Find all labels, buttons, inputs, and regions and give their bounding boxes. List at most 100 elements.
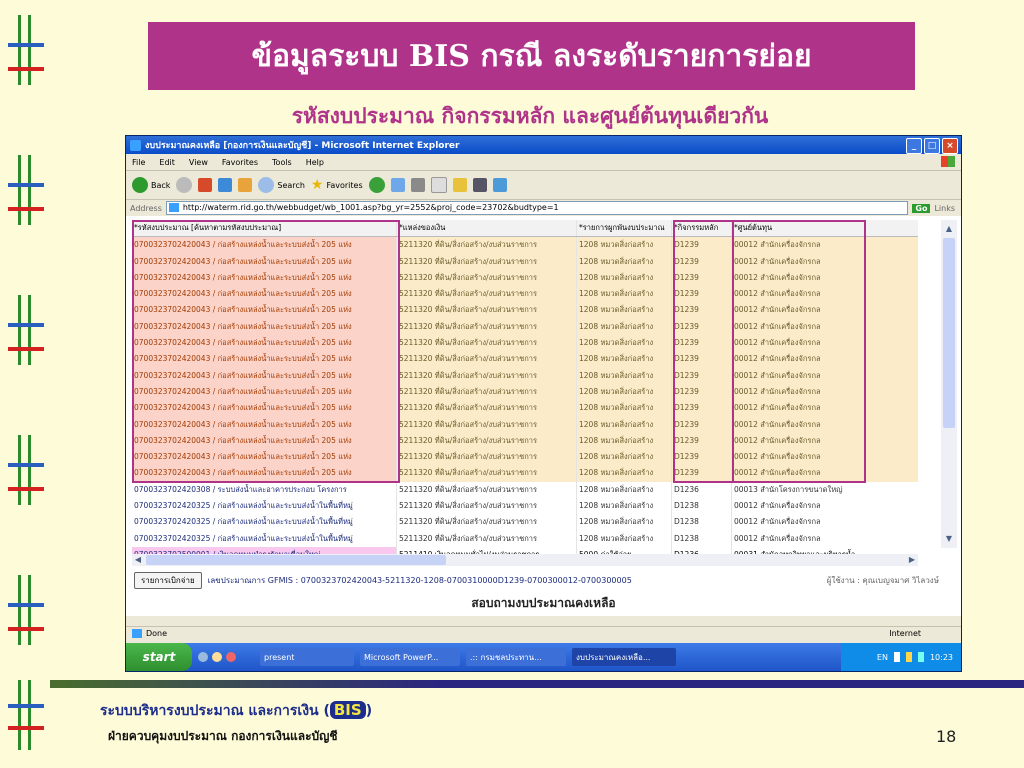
menu-tools[interactable]: Tools [272,158,292,167]
start-button[interactable]: start [126,643,192,671]
table-cell: 1208 หมวดสิ่งก่อสร้าง [577,498,672,515]
task-powerpoint[interactable]: Microsoft PowerP... [360,648,460,666]
menu-edit[interactable]: Edit [159,158,175,167]
table-row[interactable]: 0700323702420043 / ก่อสร้างแหล่งน้ำและระ… [132,351,918,368]
toolbar: Back Search ★ Favorites [126,171,961,200]
quicklaunch-icon[interactable] [198,652,208,662]
table-cell: 1208 หมวดสิ่งก่อสร้าง [577,432,672,450]
disbursement-button[interactable]: รายการเบิกจ่าย [134,572,202,589]
table-cell: 5211320 ที่ดิน/สิ่งก่อสร้าง/งบส่วนราชการ [397,253,577,270]
table-cell: 0700323702420043 / ก่อสร้างแหล่งน้ำและระ… [132,351,397,368]
table-row[interactable]: 0700323702420043 / ก่อสร้างแหล่งน้ำและระ… [132,335,918,352]
slide-subtitle: รหัสงบประมาณ กิจกรรมหลัก และศูนย์ต้นทุนเ… [291,103,769,128]
media-button[interactable] [368,177,385,193]
table-row[interactable]: 0700323702420043 / ก่อสร้างแหล่งน้ำและระ… [132,383,918,401]
quicklaunch-icon[interactable] [212,652,222,662]
table-cell: 5211320 ที่ดิน/สิ่งก่อสร้าง/งบส่วนราชการ [397,367,577,384]
menu-help[interactable]: Help [306,158,324,167]
refresh-button[interactable] [218,178,233,192]
table-cell: 1208 หมวดสิ่งก่อสร้าง [577,318,672,336]
edit-button[interactable] [430,177,447,193]
maximize-button[interactable]: □ [924,138,940,154]
table-cell: D1239 [672,351,732,368]
task-present[interactable]: present [260,648,354,666]
table-row[interactable]: 0700323702420325 / ก่อสร้างแหล่งน้ำและระ… [132,498,918,515]
back-arrow-icon [132,177,148,193]
print-button[interactable] [410,178,425,192]
vertical-scrollbar[interactable]: ▲ ▼ [941,220,957,548]
stop-button[interactable] [198,178,213,192]
table-cell: D1238 [672,498,732,515]
links-label[interactable]: Links [934,204,961,213]
table-cell: 5211320 ที่ดิน/สิ่งก่อสร้าง/งบส่วนราชการ [397,465,577,482]
table-cell: D1239 [672,400,732,417]
inquiry-caption: สอบถามงบประมาณคงเหลือ [471,596,616,610]
table-row[interactable]: 0700323702420043 / ก่อสร้างแหล่งน้ำและระ… [132,253,918,270]
table-cell: D1239 [672,237,732,254]
page-number: 18 [936,727,957,746]
back-button[interactable]: Back [132,177,170,193]
language-indicator[interactable]: EN [877,653,888,662]
table-row[interactable]: 0700323702420325 / ก่อสร้างแหล่งน้ำและระ… [132,514,918,531]
table-row[interactable]: 0700323702420043 / ก่อสร้างแหล่งน้ำและระ… [132,269,918,287]
table-cell: 1208 หมวดสิ่งก่อสร้าง [577,416,672,433]
task-rid-site[interactable]: .:: กรมชลประทาน... [466,648,566,666]
menu-bar: File Edit View Favorites Tools Help [126,154,961,171]
internet-zone: Internet [889,629,921,638]
favorites-button[interactable]: ★ Favorites [311,177,363,193]
decoration-motif [8,680,44,750]
ie-icon [130,139,141,151]
search-button[interactable]: Search [258,177,305,193]
home-button[interactable] [238,178,253,192]
horizontal-scrollbar[interactable]: ◀ ▶ [132,554,918,566]
address-input[interactable]: http://waterm.rid.go.th/webbudget/wb_100… [165,201,909,215]
table-row[interactable]: 0700323702420325 / ก่อสร้างแหล่งน้ำและระ… [132,530,918,547]
task-budget-page[interactable]: งบประมาณคงเหลือ... [572,648,676,666]
research-button[interactable] [472,178,487,192]
table-cell: 00012 สำนักเครื่องจักรกล [732,400,918,417]
table-row[interactable]: 0700323702420043 / ก่อสร้างแหล่งน้ำและระ… [132,432,918,450]
table-cell: 5211320 ที่ดิน/สิ่งก่อสร้าง/งบส่วนราชการ [397,498,577,515]
menu-view[interactable]: View [189,158,208,167]
folder-button[interactable] [452,178,467,192]
slide-title: ข้อมูลระบบ BIS กรณี ลงระดับรายการย่อย [251,38,812,74]
table-cell: 0700323702420325 / ก่อสร้างแหล่งน้ำและระ… [132,530,397,547]
forward-button[interactable] [176,177,193,193]
menu-favorites[interactable]: Favorites [222,158,258,167]
table-row[interactable]: 0700323702420308 / ระบบส่งน้ำและอาคารประ… [132,481,918,499]
table-cell: 0700323702420043 / ก่อสร้างแหล่งน้ำและระ… [132,335,397,352]
table-row[interactable]: 0700323702420043 / ก่อสร้างแหล่งน้ำและระ… [132,286,918,303]
table-cell: 00012 สำนักเครื่องจักรกล [732,465,918,482]
table-row[interactable]: 0700323702420043 / ก่อสร้างแหล่งน้ำและระ… [132,449,918,466]
table-row[interactable]: 0700323702420043 / ก่อสร้างแหล่งน้ำและระ… [132,302,918,319]
mail-button[interactable] [390,178,405,192]
messenger-button[interactable] [492,178,507,192]
table-cell: 5211320 ที่ดิน/สิ่งก่อสร้าง/งบส่วนราชการ [397,269,577,287]
table-cell: D1236 [672,481,732,499]
table-cell: 00012 สำนักเครื่องจักรกล [732,302,918,319]
table-cell: 1208 หมวดสิ่งก่อสร้าง [577,400,672,417]
table-cell: 00012 สำนักเครื่องจักรกล [734,517,821,527]
table-cell: 0700323702420043 / ก่อสร้างแหล่งน้ำและระ… [132,286,397,303]
table-cell: 5211320 ที่ดิน/สิ่งก่อสร้าง/งบส่วนราชการ [397,481,577,499]
go-button[interactable]: Go [912,203,931,213]
table-row[interactable]: 0700323702420043 / ก่อสร้างแหล่งน้ำและระ… [132,416,918,433]
table-cell: D1239 [672,253,732,270]
table-row[interactable]: 0700323702420043 / ก่อสร้างแหล่งน้ำและระ… [132,367,918,384]
menu-file[interactable]: File [132,158,145,167]
quicklaunch-icon[interactable] [226,652,236,662]
decoration-motif [8,435,44,505]
table-cell: 0700323702420043 / ก่อสร้างแหล่งน้ำและระ… [132,416,397,433]
left-decoration-strip [0,0,50,768]
table-row[interactable]: 0700323702420043 / ก่อสร้างแหล่งน้ำและระ… [132,400,918,417]
table-cell: 00012 สำนักเครื่องจักรกล [732,449,918,466]
minimize-button[interactable]: _ [906,138,922,154]
table-row[interactable]: 0700323702420043 / ก่อสร้างแหล่งน้ำและระ… [132,318,918,336]
table-row[interactable]: 0700323702420043 / ก่อสร้างแหล่งน้ำและระ… [132,237,918,254]
table-cell: 0700323702420043 / ก่อสร้างแหล่งน้ำและระ… [132,432,397,450]
table-cell: 0700323702420043 / ก่อสร้างแหล่งน้ำและระ… [132,449,397,466]
table-cell: 00012 สำนักเครื่องจักรกล [732,286,918,303]
close-button[interactable]: × [942,138,958,154]
table-row[interactable]: 0700323702420043 / ก่อสร้างแหล่งน้ำและระ… [132,465,918,482]
table-cell: D1238 [672,530,732,547]
